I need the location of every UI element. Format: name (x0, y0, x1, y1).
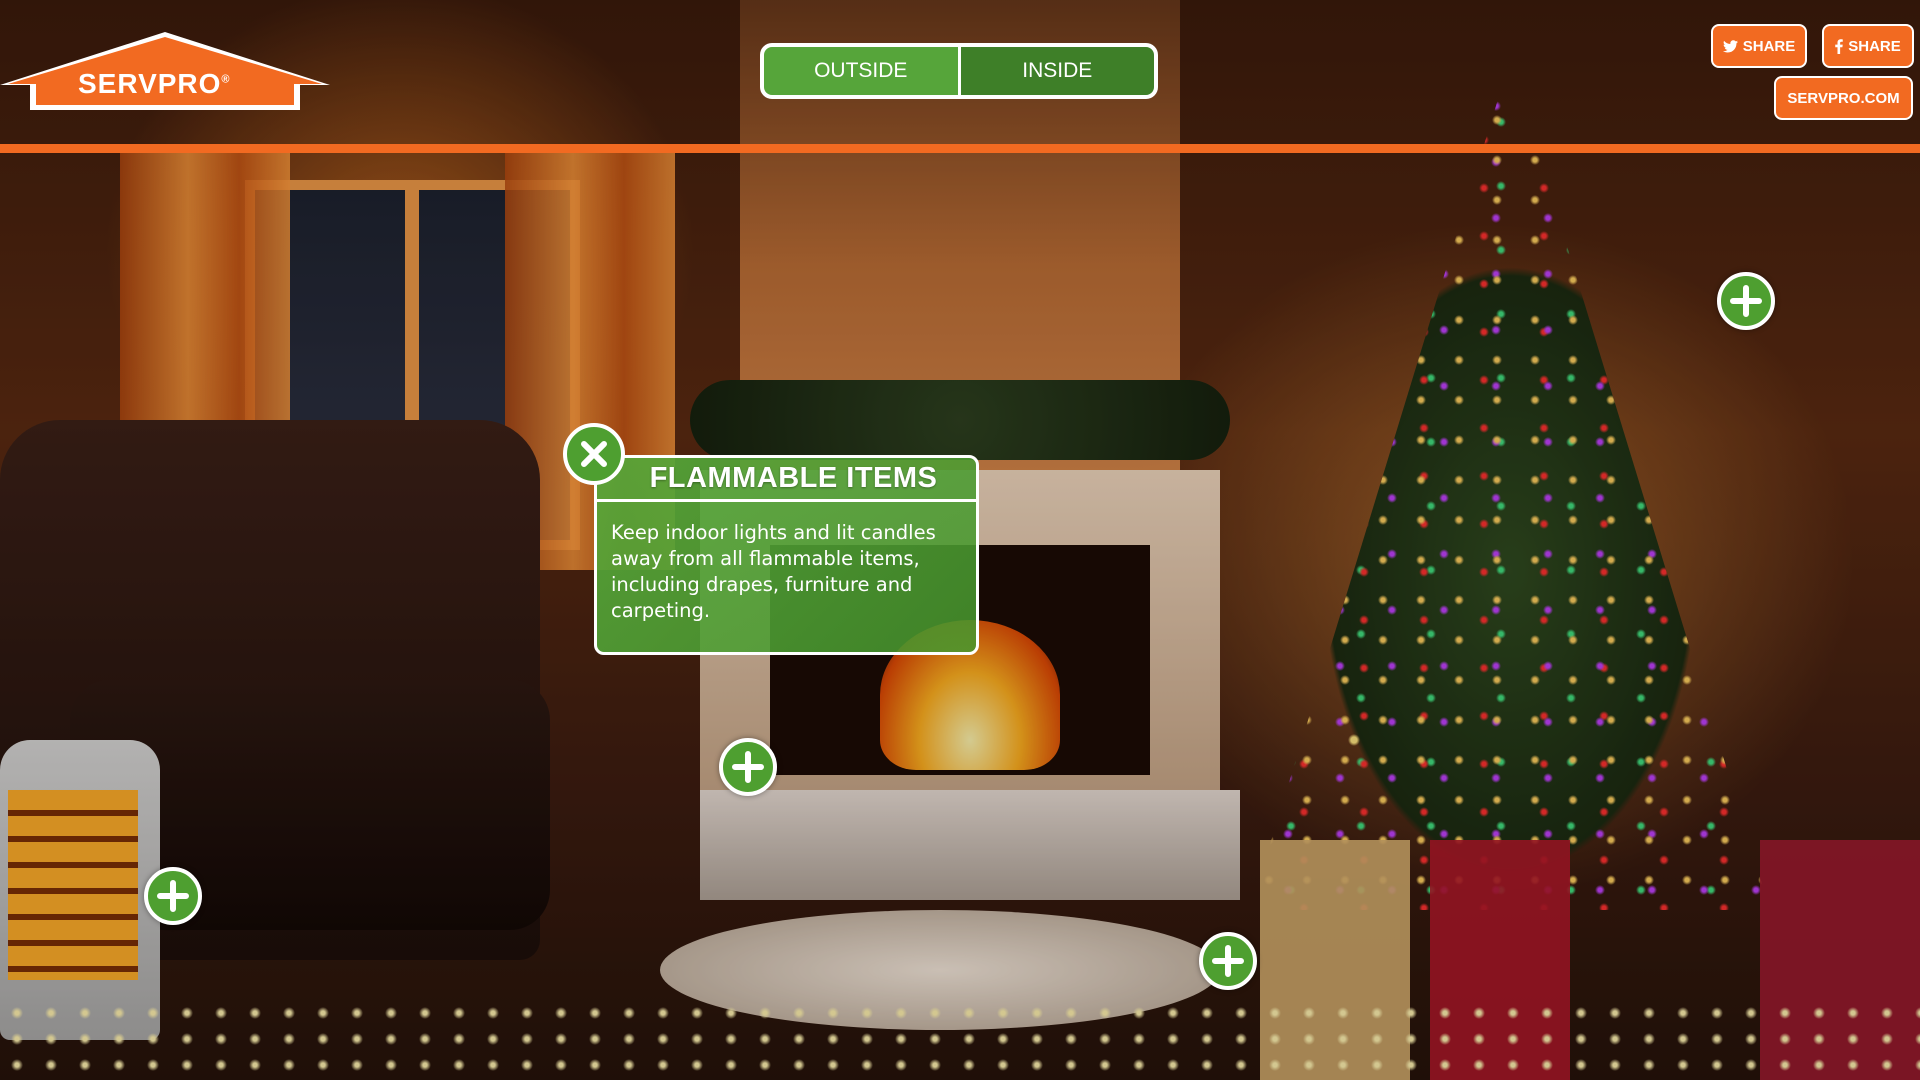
plus-icon (157, 880, 189, 912)
logo-text: SERVPRO® (78, 68, 231, 100)
facebook-share-label: SHARE (1848, 37, 1901, 55)
plus-icon (1730, 285, 1762, 317)
popup-title: FLAMMABLE ITEMS (597, 458, 976, 502)
header-divider (0, 144, 1920, 153)
hotspot-poinsettia[interactable] (719, 738, 777, 796)
registered-mark: ® (221, 73, 231, 86)
toggle-inside[interactable]: INSIDE (960, 47, 1154, 95)
close-icon (581, 441, 607, 467)
logo-wordmark: SERVPRO (78, 68, 222, 99)
facebook-icon (1835, 38, 1843, 54)
info-popup: FLAMMABLE ITEMS Keep indoor lights and l… (594, 455, 979, 655)
twitter-share-button[interactable]: SHARE (1711, 24, 1807, 68)
hotspot-christmas-tree[interactable] (1717, 272, 1775, 330)
hotspot-gifts[interactable] (1199, 932, 1257, 990)
facebook-share-button[interactable]: SHARE (1822, 24, 1914, 68)
twitter-share-label: SHARE (1742, 37, 1796, 55)
servpro-site-link[interactable]: SERVPRO.COM (1774, 76, 1913, 120)
plus-icon (1212, 945, 1244, 977)
twitter-icon (1722, 39, 1738, 52)
toggle-outside[interactable]: OUTSIDE (764, 47, 961, 95)
plus-icon (732, 751, 764, 783)
popup-body: Keep indoor lights and lit candles away … (611, 521, 936, 622)
view-toggle: OUTSIDE INSIDE (760, 43, 1158, 99)
hotspot-space-heater[interactable] (144, 867, 202, 925)
popup-close-button[interactable] (563, 423, 625, 485)
